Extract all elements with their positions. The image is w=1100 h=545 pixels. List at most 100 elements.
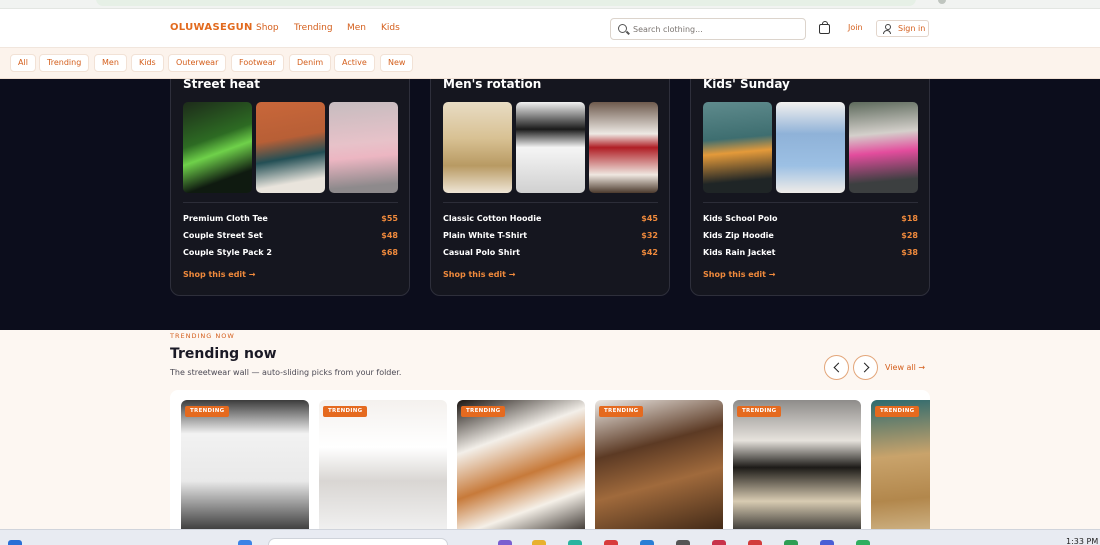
chip-trending[interactable]: Trending — [39, 54, 90, 72]
chip-denim[interactable]: Denim — [289, 54, 332, 72]
item-price: $42 — [641, 248, 658, 257]
item-price: $38 — [901, 248, 918, 257]
chip-men[interactable]: Men — [94, 54, 127, 72]
edit-card-title: Kids' Sunday — [703, 79, 790, 91]
carousel-prev-button[interactable] — [824, 355, 849, 380]
trending-badge: TRENDING — [461, 406, 506, 417]
edit-card-kids-sunday: Kids' Sunday Kids School Polo $18 Kids Z… — [690, 79, 930, 296]
section-title: Trending now — [170, 346, 277, 362]
chip-active[interactable]: Active — [334, 54, 375, 72]
app-icon[interactable] — [856, 540, 870, 545]
product-image[interactable] — [443, 102, 512, 193]
edit-item-row[interactable]: Couple Style Pack 2 $68 — [183, 248, 398, 260]
user-icon — [883, 24, 891, 34]
divider — [703, 202, 918, 203]
app-icon[interactable] — [712, 540, 726, 545]
shop-this-edit-link[interactable]: Shop this edit → — [703, 270, 775, 279]
edit-card-mens-rotation: Men's rotation Classic Cotton Hoodie $45… — [430, 79, 670, 296]
trending-product-card[interactable]: TRENDING — [871, 400, 930, 529]
brand-logo[interactable]: OLUWASEGUN — [170, 22, 253, 33]
browser-menu-icon[interactable] — [938, 0, 946, 4]
chevron-right-icon — [859, 362, 870, 373]
app-icon[interactable] — [676, 540, 690, 545]
trending-product-card[interactable]: TRENDING — [319, 400, 447, 529]
nav-link-shop[interactable]: Shop — [256, 23, 279, 33]
edit-item-row[interactable]: Kids School Polo $18 — [703, 214, 918, 226]
trending-product-card[interactable]: TRENDING — [595, 400, 723, 529]
item-name: Couple Street Set — [183, 231, 263, 240]
item-name: Classic Cotton Hoodie — [443, 214, 542, 223]
edit-item-row[interactable]: Classic Cotton Hoodie $45 — [443, 214, 658, 226]
sign-in-label: Sign in — [898, 24, 926, 33]
edit-item-row[interactable]: Premium Cloth Tee $55 — [183, 214, 398, 226]
product-image[interactable] — [703, 102, 772, 193]
search-icon — [618, 24, 627, 33]
search-box[interactable] — [610, 18, 806, 40]
product-image[interactable] — [776, 102, 845, 193]
sign-in-button[interactable]: Sign in — [876, 20, 929, 37]
browser-toolbar — [0, 0, 1100, 9]
edit-item-row[interactable]: Couple Street Set $48 — [183, 231, 398, 243]
clock-time[interactable]: 1:33 PM — [1066, 537, 1098, 545]
item-name: Kids Rain Jacket — [703, 248, 776, 257]
app-icon[interactable] — [640, 540, 654, 545]
chip-outerwear[interactable]: Outerwear — [168, 54, 227, 72]
product-image[interactable] — [329, 102, 398, 193]
item-name: Plain White T-Shirt — [443, 231, 528, 240]
chip-kids[interactable]: Kids — [131, 54, 164, 72]
edit-item-row[interactable]: Casual Polo Shirt $42 — [443, 248, 658, 260]
item-name: Couple Style Pack 2 — [183, 248, 272, 257]
browser-address-bar[interactable] — [96, 0, 916, 6]
section-kicker: TRENDING NOW — [170, 332, 235, 340]
trending-product-card[interactable]: TRENDING — [181, 400, 309, 529]
browser-icon[interactable] — [568, 540, 582, 545]
app-icon[interactable] — [748, 540, 762, 545]
chip-footwear[interactable]: Footwear — [231, 54, 284, 72]
item-price: $45 — [641, 214, 658, 223]
chip-all[interactable]: All — [10, 54, 36, 72]
carousel-next-button[interactable] — [853, 355, 878, 380]
shop-this-edit-link[interactable]: Shop this edit → — [443, 270, 515, 279]
taskbar-search[interactable] — [268, 538, 448, 545]
edit-item-row[interactable]: Kids Rain Jacket $38 — [703, 248, 918, 260]
product-image[interactable] — [183, 102, 252, 193]
item-name: Kids Zip Hoodie — [703, 231, 774, 240]
app-icon[interactable] — [820, 540, 834, 545]
trending-product-card[interactable]: TRENDING — [457, 400, 585, 529]
start-icon[interactable] — [238, 540, 252, 545]
trending-product-card[interactable]: TRENDING — [733, 400, 861, 529]
product-image[interactable] — [256, 102, 325, 193]
os-taskbar: 1:33 PM — [0, 529, 1100, 545]
trending-badge: TRENDING — [323, 406, 368, 417]
edits-section: Street heat Premium Cloth Tee $55 Couple… — [0, 79, 1100, 330]
edit-item-row[interactable]: Kids Zip Hoodie $28 — [703, 231, 918, 243]
product-image[interactable] — [516, 102, 585, 193]
nav-link-trending[interactable]: Trending — [294, 23, 333, 33]
item-price: $68 — [381, 248, 398, 257]
chip-new[interactable]: New — [380, 54, 414, 72]
shop-this-edit-link[interactable]: Shop this edit → — [183, 270, 255, 279]
file-explorer-icon[interactable] — [532, 540, 546, 545]
nav-link-men[interactable]: Men — [347, 23, 366, 33]
app-icon[interactable] — [604, 540, 618, 545]
item-price: $18 — [901, 214, 918, 223]
edit-item-row[interactable]: Plain White T-Shirt $32 — [443, 231, 658, 243]
product-image[interactable] — [589, 102, 658, 193]
chevron-left-icon — [833, 362, 844, 373]
trending-carousel: TRENDING TRENDING TRENDING TRENDING TREN… — [170, 390, 930, 529]
divider — [443, 202, 658, 203]
nav-link-kids[interactable]: Kids — [381, 23, 400, 33]
section-subtitle: The streetwear wall — auto-sliding picks… — [170, 368, 402, 377]
item-price: $28 — [901, 231, 918, 240]
trending-badge: TRENDING — [737, 406, 782, 417]
widgets-icon[interactable] — [8, 540, 22, 545]
view-all-link[interactable]: View all → — [885, 363, 925, 372]
divider — [183, 202, 398, 203]
shopping-bag-icon[interactable] — [819, 21, 830, 34]
app-icon[interactable] — [784, 540, 798, 545]
search-input[interactable] — [633, 22, 801, 36]
app-icon[interactable] — [498, 540, 512, 545]
category-chips: All Trending Men Kids Outerwear Footwear… — [0, 48, 1100, 79]
join-link[interactable]: Join — [848, 23, 863, 32]
product-image[interactable] — [849, 102, 918, 193]
